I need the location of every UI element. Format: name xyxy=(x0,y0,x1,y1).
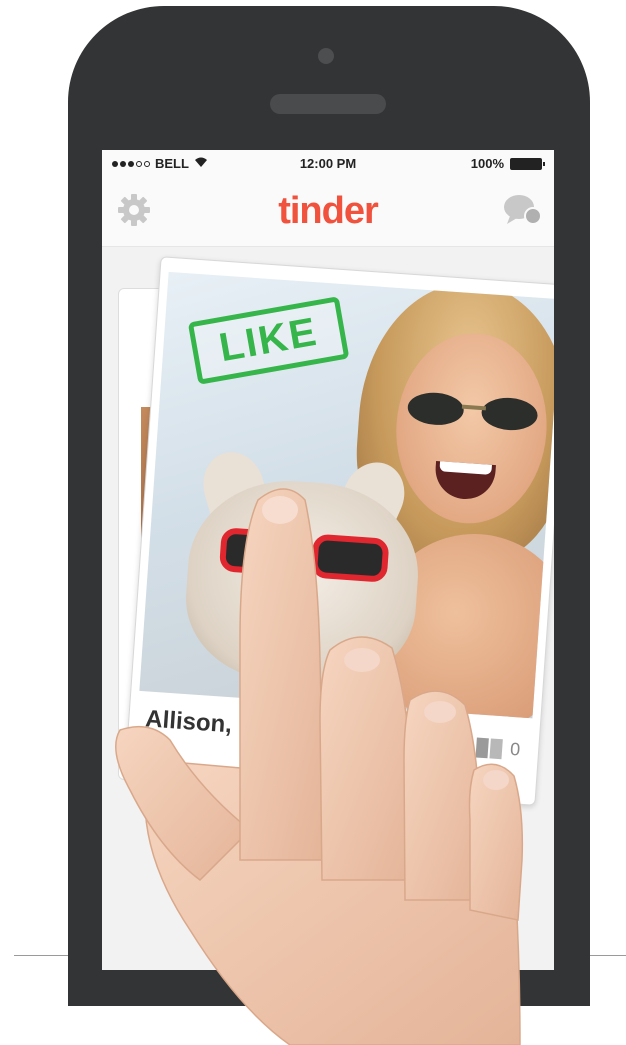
battery-info: 100% xyxy=(470,156,545,171)
like-stamp: LIKE xyxy=(187,296,350,385)
shared-count: 0 xyxy=(509,738,521,760)
profile-name: Allison, xyxy=(144,705,233,739)
front-camera xyxy=(318,48,334,64)
status-bar: BELL 12:00 PM 100% xyxy=(102,150,554,176)
book-icon xyxy=(475,736,503,759)
dislike-button[interactable] xyxy=(202,810,298,906)
shared-interests: 0 xyxy=(475,736,521,760)
chat-icon[interactable] xyxy=(502,192,542,228)
app-logo: tinder xyxy=(278,190,379,232)
battery-icon xyxy=(510,157,545,170)
app-screen: BELL 12:00 PM 100% tinder LIKE Allison, … xyxy=(102,150,554,970)
nav-bar: tinder xyxy=(102,176,554,247)
earpiece-speaker xyxy=(270,94,386,114)
profile-photo: LIKE xyxy=(139,271,554,719)
battery-percent: 100% xyxy=(470,156,504,171)
profile-card[interactable]: LIKE Allison, 0 xyxy=(124,256,554,806)
phone-frame: BELL 12:00 PM 100% tinder LIKE Allison, … xyxy=(68,6,590,1006)
